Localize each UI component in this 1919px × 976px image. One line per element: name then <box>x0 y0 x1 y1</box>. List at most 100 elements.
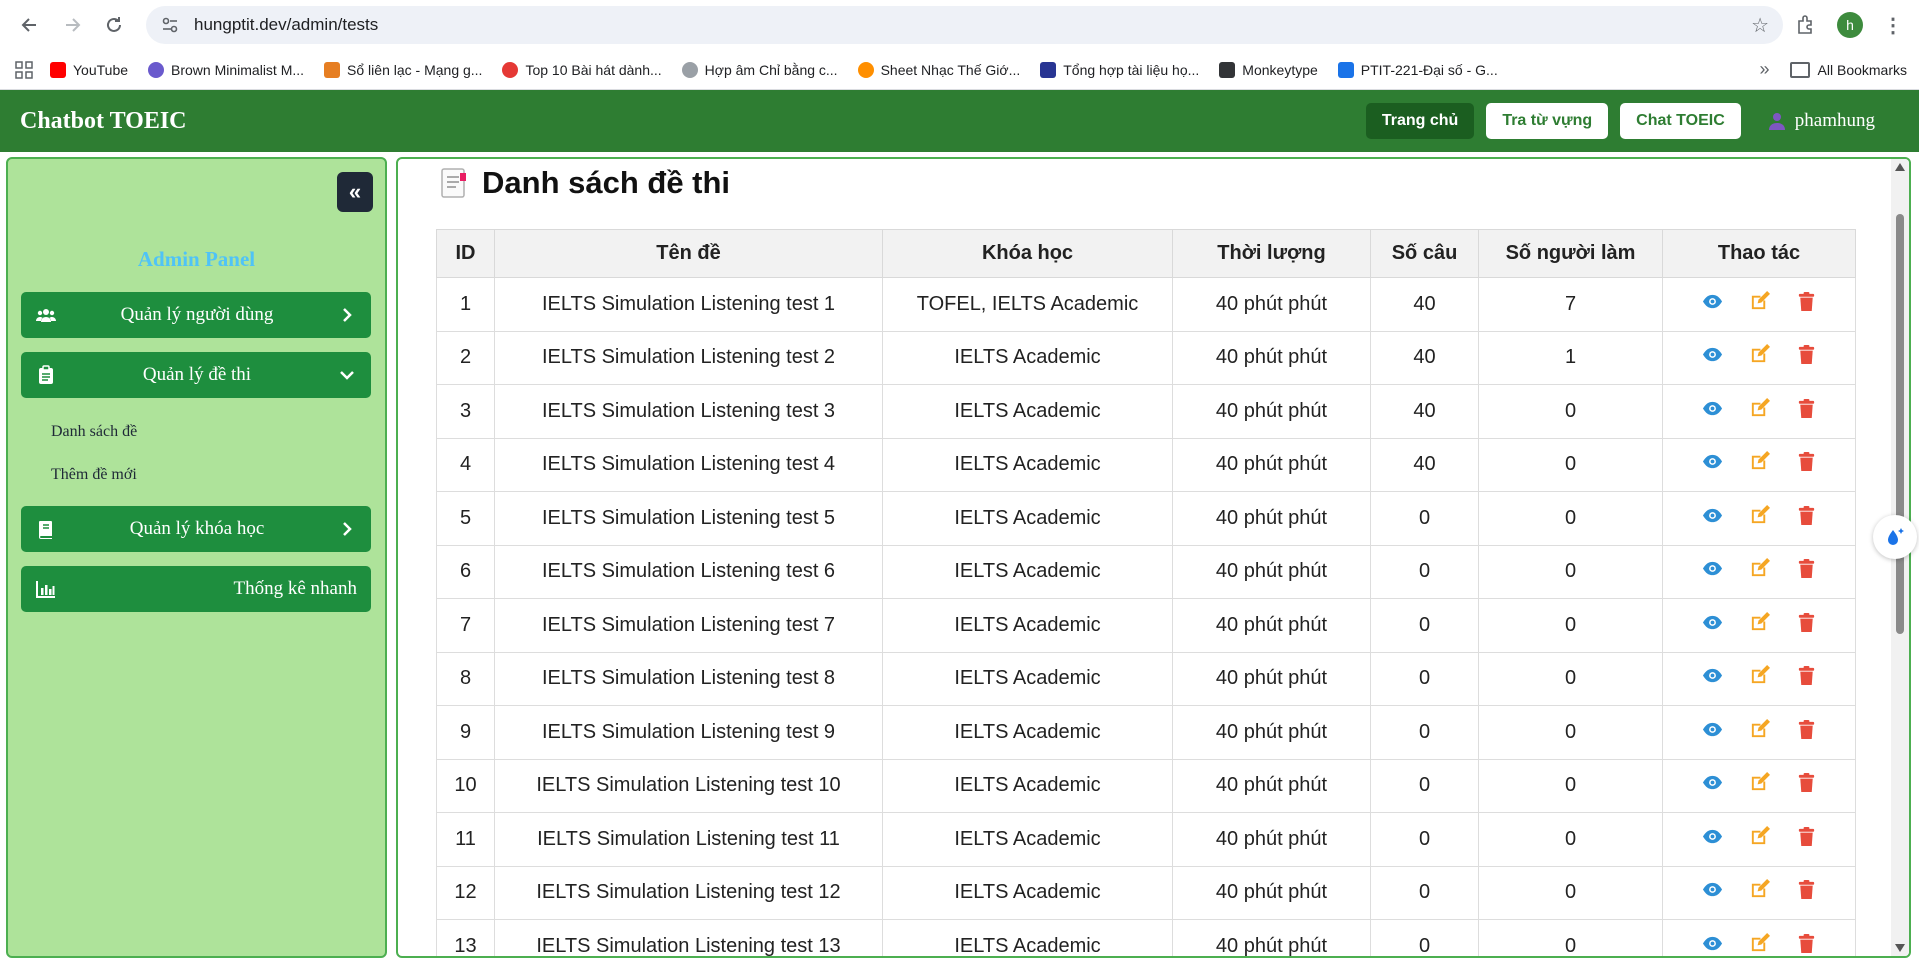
cell-takers: 0 <box>1478 384 1663 439</box>
app-title[interactable]: Chatbot TOEIC <box>20 108 187 135</box>
trash-icon[interactable] <box>1796 291 1817 312</box>
edit-icon[interactable] <box>1749 611 1770 633</box>
bookmark-top-10[interactable]: Top 10 Bài hát dành... <box>502 61 662 78</box>
extensions-icon[interactable] <box>1795 14 1817 36</box>
back-button[interactable] <box>12 7 48 43</box>
sidebar-item-users[interactable]: Quản lý người dùng <box>21 292 371 338</box>
cell-questions: 40 <box>1370 277 1479 332</box>
eye-icon[interactable] <box>1702 344 1723 365</box>
eye-icon[interactable] <box>1702 665 1723 686</box>
edit-icon[interactable] <box>1749 504 1770 526</box>
floating-assistant-button[interactable] <box>1873 515 1917 559</box>
cell-actions <box>1662 330 1856 385</box>
page-title: Danh sách đề thi <box>482 165 731 200</box>
cell-duration: 40 phút phút <box>1172 384 1371 439</box>
eye-icon[interactable] <box>1702 772 1723 793</box>
vocab-lookup-button[interactable]: Tra từ vựng <box>1486 103 1609 139</box>
edit-icon[interactable] <box>1749 344 1770 365</box>
trash-icon[interactable] <box>1796 665 1817 686</box>
table-row: 7 IELTS Simulation Listening test 7 IELTS … <box>436 598 1856 653</box>
col-header-name[interactable]: Tên đề <box>494 229 883 278</box>
submenu-add-test[interactable]: Thêm đề mới <box>21 453 371 496</box>
bookmark-ptit[interactable]: PTIT-221-Đại số - G... <box>1337 61 1498 78</box>
scroll-down-arrow-icon[interactable] <box>1895 944 1905 952</box>
edit-icon[interactable] <box>1749 718 1770 740</box>
sidebar-item-courses[interactable]: Quản lý khóa học <box>21 506 371 552</box>
bookmark-hop-am[interactable]: Hợp âm Chỉ bằng c... <box>681 61 838 78</box>
scroll-up-arrow-icon[interactable] <box>1895 163 1905 171</box>
scroll-thumb[interactable] <box>1896 214 1904 634</box>
col-header-id[interactable]: ID <box>436 229 495 278</box>
reload-button[interactable] <box>96 7 132 43</box>
eye-icon[interactable] <box>1702 398 1723 419</box>
bookmark-tong-hop[interactable]: Tổng hợp tài liệu họ... <box>1040 61 1199 78</box>
edit-icon[interactable] <box>1749 772 1770 793</box>
profile-avatar[interactable]: h <box>1837 12 1863 38</box>
trash-icon[interactable] <box>1796 398 1817 419</box>
col-header-questions[interactable]: Số câu <box>1370 229 1479 278</box>
eye-icon[interactable] <box>1702 826 1723 847</box>
edit-icon[interactable] <box>1749 665 1770 686</box>
col-header-duration[interactable]: Thời lượng <box>1172 229 1371 278</box>
col-header-course[interactable]: Khóa học <box>882 229 1173 278</box>
home-button[interactable]: Trang chủ <box>1365 103 1475 139</box>
address-bar[interactable]: hungptit.dev/admin/tests ☆ <box>146 6 1783 44</box>
eye-icon[interactable] <box>1702 451 1723 472</box>
edit-icon[interactable] <box>1749 451 1770 472</box>
eye-icon[interactable] <box>1702 558 1723 579</box>
cell-course: IELTS Academic <box>882 598 1173 653</box>
bookmark-youtube[interactable]: YouTube <box>50 61 128 78</box>
trash-icon[interactable] <box>1796 719 1817 740</box>
more-bookmarks-icon[interactable]: » <box>1760 59 1770 80</box>
bookmark-brown-minimalist[interactable]: Brown Minimalist M... <box>148 61 304 78</box>
edit-icon[interactable] <box>1749 825 1770 847</box>
eye-icon[interactable] <box>1702 612 1723 633</box>
trash-icon[interactable] <box>1796 612 1817 633</box>
eye-icon[interactable] <box>1702 933 1723 954</box>
trash-icon[interactable] <box>1796 451 1817 472</box>
cell-actions <box>1662 651 1856 706</box>
trash-icon[interactable] <box>1796 879 1817 900</box>
table-row: 1 IELTS Simulation Listening test 1 TOFEL,… <box>436 277 1856 332</box>
sidebar-item-tests[interactable]: Quản lý đề thi <box>21 352 371 398</box>
trash-icon[interactable] <box>1796 505 1817 526</box>
url-text[interactable]: hungptit.dev/admin/tests <box>194 15 1751 35</box>
cell-duration: 40 phút phút <box>1172 705 1371 760</box>
bookmark-monkeytype[interactable]: Monkeytype <box>1219 61 1318 78</box>
forward-button[interactable] <box>54 7 90 43</box>
edit-icon[interactable] <box>1749 397 1770 419</box>
trash-icon[interactable] <box>1796 344 1817 365</box>
chat-toeic-button[interactable]: Chat TOEIC <box>1620 103 1741 139</box>
all-bookmarks[interactable]: All Bookmarks <box>1789 61 1907 78</box>
submenu-test-list[interactable]: Danh sách đề <box>21 410 371 453</box>
user-menu[interactable]: phamhung <box>1767 110 1875 132</box>
bookmark-so-lien-lac[interactable]: Sổ liên lạc - Mạng g... <box>324 61 482 78</box>
eye-icon[interactable] <box>1702 505 1723 526</box>
cell-course: IELTS Academic <box>882 865 1173 920</box>
edit-icon[interactable] <box>1749 879 1770 900</box>
trash-icon[interactable] <box>1796 933 1817 954</box>
bookmark-star-icon[interactable]: ☆ <box>1751 13 1769 38</box>
trash-icon[interactable] <box>1796 826 1817 847</box>
apps-grid-icon[interactable] <box>12 58 36 82</box>
eye-icon[interactable] <box>1702 879 1723 900</box>
sidebar-item-stats[interactable]: Thống kê nhanh <box>21 566 371 612</box>
document-list-icon <box>441 168 466 198</box>
cell-id: 2 <box>436 330 495 385</box>
edit-icon[interactable] <box>1749 290 1770 312</box>
eye-icon[interactable] <box>1702 291 1723 312</box>
trash-icon[interactable] <box>1796 772 1817 793</box>
sidebar-item-courses-label: Quản lý khóa học <box>129 518 265 539</box>
collapse-sidebar-button[interactable]: « <box>337 172 373 212</box>
bookmark-sheet-nhac[interactable]: Sheet Nhạc Thế Giớ... <box>857 61 1020 78</box>
edit-icon[interactable] <box>1749 558 1770 579</box>
cell-takers: 0 <box>1478 598 1663 653</box>
site-info-icon[interactable] <box>160 15 180 35</box>
table-row: 11 IELTS Simulation Listening test 11 IELT… <box>436 812 1856 867</box>
eye-icon[interactable] <box>1702 719 1723 740</box>
edit-icon[interactable] <box>1749 932 1770 954</box>
trash-icon[interactable] <box>1796 558 1817 579</box>
col-header-takers[interactable]: Số người làm <box>1478 229 1663 278</box>
monkeytype-icon <box>1219 61 1236 78</box>
browser-menu-icon[interactable]: ⋮ <box>1883 13 1903 38</box>
